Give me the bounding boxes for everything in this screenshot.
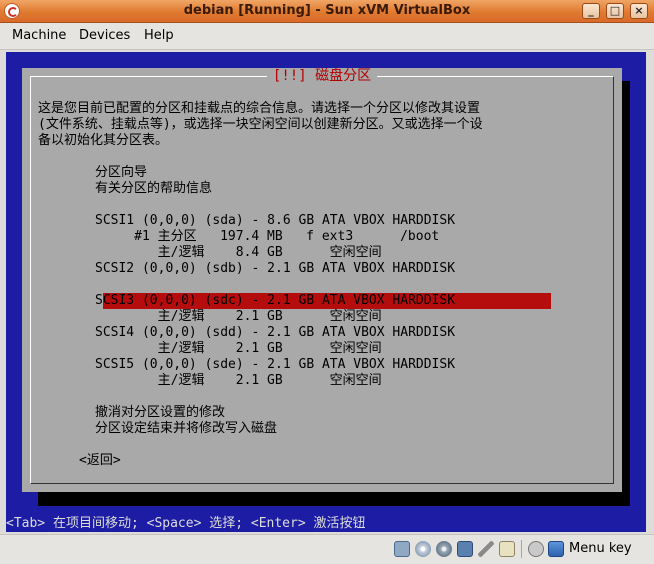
dialog-title: [!!] 磁盘分区: [22, 67, 622, 85]
menu-help[interactable]: Help: [144, 28, 174, 43]
close-button[interactable]: ×: [630, 3, 648, 19]
window-title: debian [Running] - Sun xVM VirtualBox: [183, 3, 471, 18]
guided-partitioning-item[interactable]: 分区向导: [95, 165, 147, 181]
minimize-button[interactable]: _: [582, 3, 600, 19]
mouse-integration-icon[interactable]: [528, 541, 544, 557]
partition-sda1[interactable]: #1 主分区 197.4 MB f ext3 /boot: [95, 229, 439, 245]
disk-sdd[interactable]: SCSI4 (0,0,0) (sdd) - 2.1 GB ATA VBOX HA…: [95, 325, 455, 341]
network-icon[interactable]: [457, 541, 473, 557]
cdrom-icon[interactable]: [415, 541, 431, 557]
intro-line-3: 备以初始化其分区表。: [38, 133, 169, 148]
status-separator: [521, 540, 522, 558]
menu-bar: Machine Devices Help: [0, 23, 654, 50]
hdd-icon[interactable]: [394, 541, 410, 557]
partition-help-item[interactable]: 有关分区的帮助信息: [95, 181, 212, 197]
undo-changes-item[interactable]: 撤消对分区设置的修改: [95, 405, 225, 421]
free-space-sda[interactable]: 主/逻辑 8.4 GB 空闲空间: [95, 245, 382, 261]
maximize-button[interactable]: □: [606, 3, 624, 19]
finish-partitioning-item[interactable]: 分区设定结束并将修改写入磁盘: [95, 421, 277, 437]
disk-sda[interactable]: SCSI1 (0,0,0) (sda) - 8.6 GB ATA VBOX HA…: [95, 213, 455, 229]
free-space-sdd[interactable]: 主/逻辑 2.1 GB 空闲空间: [95, 341, 382, 357]
dialog-title-text: [!!] 磁盘分区: [266, 68, 378, 84]
installer-background: [!!] 磁盘分区 这是您目前已配置的分区和挂载点的综合信息。请选择一个分区以修…: [6, 52, 646, 532]
disk-sdc[interactable]: SCSI3 (0,0,0) (sdc) - 2.1 GB ATA VBOX HA…: [95, 293, 455, 309]
menu-devices[interactable]: Devices: [79, 28, 130, 43]
free-space-sdc[interactable]: 主/逻辑 2.1 GB 空闲空间: [95, 309, 382, 325]
shared-folder-icon[interactable]: [499, 541, 515, 557]
title-bar[interactable]: debian [Running] - Sun xVM VirtualBox _ …: [0, 0, 654, 23]
intro-line-1: 这是您目前已配置的分区和挂载点的综合信息。请选择一个分区以修改其设置: [38, 101, 481, 116]
status-bar: Menu key: [0, 534, 654, 564]
disk-sdb[interactable]: SCSI2 (0,0,0) (sdb) - 2.1 GB ATA VBOX HA…: [95, 261, 455, 277]
disk-sde[interactable]: SCSI5 (0,0,0) (sde) - 2.1 GB ATA VBOX HA…: [95, 357, 455, 373]
menu-machine[interactable]: Machine: [12, 28, 66, 43]
host-key-label: Menu key: [569, 541, 632, 556]
free-space-sde[interactable]: 主/逻辑 2.1 GB 空闲空间: [95, 373, 382, 389]
keyboard-help-text: <Tab> 在项目间移动; <Space> 选择; <Enter> 激活按钮: [6, 516, 366, 531]
installer-help-line: <Tab> 在项目间移动; <Space> 选择; <Enter> 激活按钮: [6, 516, 646, 532]
floppy-icon[interactable]: [436, 541, 452, 557]
intro-line-2: (文件系统、挂载点等)，或选择一块空闲空间以创建新分区。又或选择一个设: [38, 117, 483, 132]
vm-display[interactable]: [!!] 磁盘分区 这是您目前已配置的分区和挂载点的综合信息。请选择一个分区以修…: [6, 52, 646, 532]
host-key-arrow-icon: [548, 541, 564, 557]
back-button[interactable]: <返回>: [79, 453, 121, 469]
usb-icon[interactable]: [478, 541, 494, 557]
partition-dialog: [!!] 磁盘分区 这是您目前已配置的分区和挂载点的综合信息。请选择一个分区以修…: [22, 68, 622, 492]
free-space-sdb-selected[interactable]: 主/逻辑 2.1 GB 空闲空间: [95, 277, 382, 293]
